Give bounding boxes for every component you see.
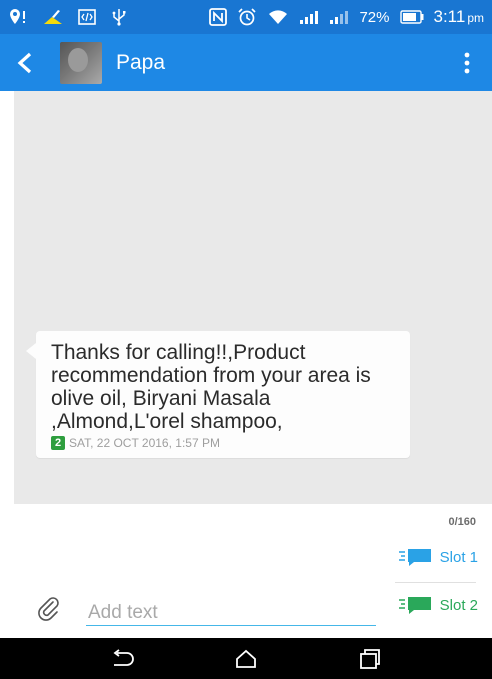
attach-button[interactable] [36,596,62,622]
nav-back-icon [113,648,134,666]
signal-icon-sim1 [299,9,319,25]
slot-divider [395,582,476,583]
message-bubble[interactable]: Thanks for calling!!,Product recommendat… [26,331,410,458]
contact-avatar[interactable] [60,41,102,84]
usb-icon [110,8,128,26]
status-bar: 72% 3:11 pm [0,0,492,34]
send-slot2-button[interactable]: Slot 2 [398,596,478,614]
screen: 72% 3:11 pm Papa Thanks for calling!!,Pro… [0,0,492,679]
recents-icon [360,648,380,669]
message-input[interactable] [86,600,376,626]
nav-recents-button[interactable] [350,644,390,674]
paperclip-icon [38,597,59,621]
back-arrow-icon [17,52,32,73]
nfc-icon [209,8,228,26]
home-icon [236,649,256,668]
nav-back-button[interactable] [102,644,142,674]
contact-name[interactable]: Papa [116,51,165,75]
send-sim1-icon [398,549,431,566]
location-icon [8,8,28,26]
status-right-icons: 72% 3:11 pm [209,7,484,27]
slot2-label: Slot 2 [439,596,478,614]
conversation-area[interactable]: Thanks for calling!!,Product recommendat… [14,91,492,504]
send-sim2-icon [398,597,431,614]
compose-area: 0/160 Slot 1 Slot 2 [0,504,492,638]
signal-icon-sim2 [329,9,349,25]
character-count: 0/160 [448,516,476,528]
clock: 3:11 pm [433,7,485,26]
overflow-menu-button[interactable] [452,43,482,83]
app-bar: Papa [0,34,492,91]
slot1-label: Slot 1 [439,548,478,566]
message-text: Thanks for calling!!,Product recommendat… [51,341,371,433]
navigation-bar [0,638,492,679]
wifi-icon [267,8,289,26]
nav-home-button[interactable] [226,644,266,674]
sim2-icon: 2 [51,436,65,450]
cleaner-icon [42,8,64,26]
more-vert-icon [464,52,470,73]
status-left-icons [8,8,128,26]
alarm-icon [237,7,257,27]
battery-percent: 72% [359,8,390,26]
code-icon [78,9,96,25]
message-timestamp: SAT, 22 OCT 2016, 1:57 PM [69,436,220,450]
battery-icon [399,10,424,24]
message-meta: 2 SAT, 22 OCT 2016, 1:57 PM [51,436,396,450]
send-slot1-button[interactable]: Slot 1 [398,548,478,566]
back-button[interactable] [16,43,52,83]
